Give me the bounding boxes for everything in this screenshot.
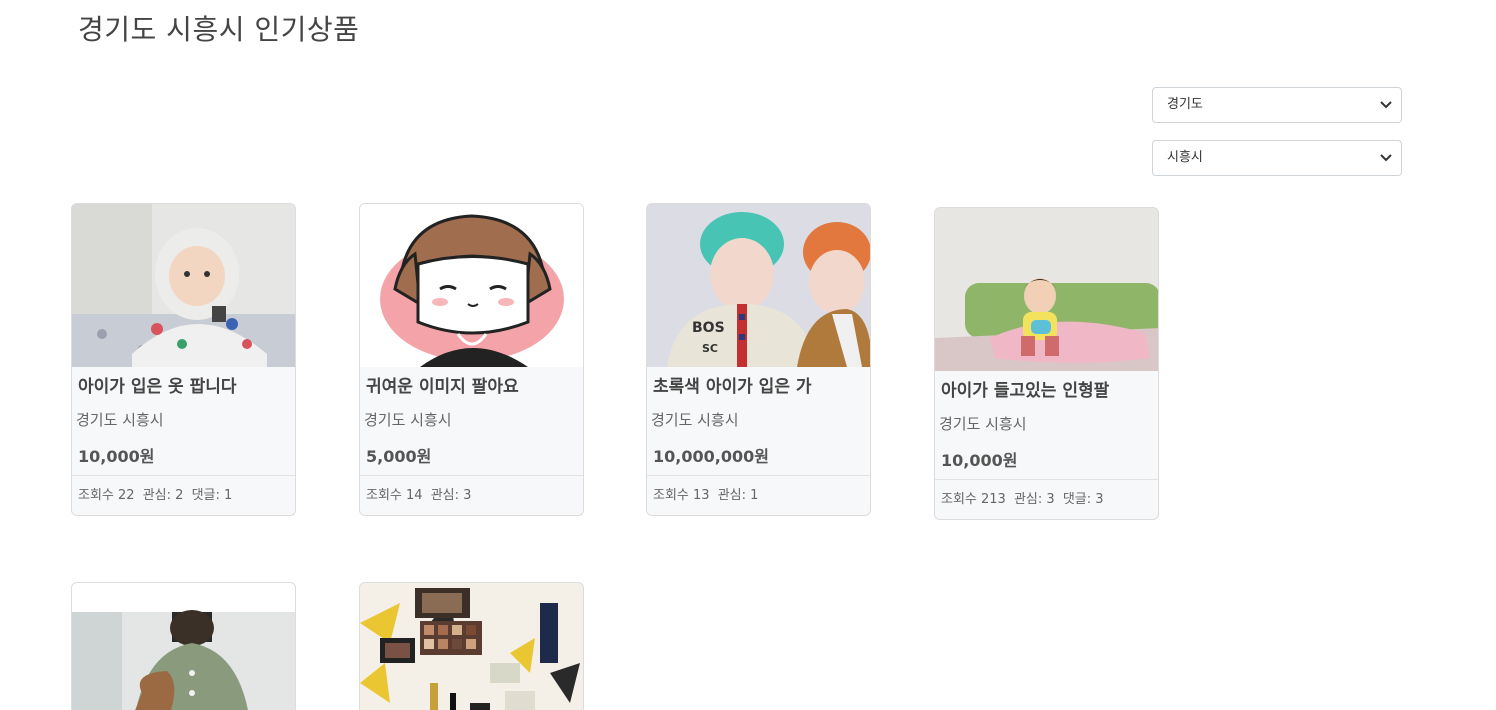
view-count: 조회수 213 [941, 492, 1006, 507]
product-card[interactable]: 귀여운 이미지 팔아요 경기도 시흥시 5,000원 조회수 14 관심: 3 [359, 203, 584, 516]
product-stats: 조회수 13 관심: 1 [647, 475, 870, 511]
product-region: 경기도 시흥시 [939, 415, 1027, 433]
view-count: 조회수 14 [366, 488, 423, 503]
city-select[interactable]: 시흥시 [1152, 140, 1402, 176]
product-region: 경기도 시흥시 [364, 411, 452, 429]
two-people-selfie-photo[interactable]: BOS SC [647, 204, 870, 367]
product-card[interactable] [71, 582, 296, 710]
product-price: 10,000,000원 [653, 447, 769, 466]
product-region: 경기도 시흥시 [651, 411, 739, 429]
product-title[interactable]: 아이가 입은 옷 팝니다 [78, 373, 289, 403]
child-on-bed-photo[interactable] [935, 208, 1158, 371]
product-card[interactable]: 아이가 입은 옷 팝니다 경기도 시흥시 10,000원 조회수 22 관심: … [71, 203, 296, 516]
province-select[interactable]: 경기도 [1152, 87, 1402, 123]
product-stats: 조회수 14 관심: 3 [360, 475, 583, 511]
svg-text:BOS: BOS [692, 320, 725, 336]
person-in-cardigan-photo[interactable] [72, 583, 295, 710]
product-card[interactable]: BOS SC 초록색 아이가 입은 가 경기도 시흥시 10,000,000원 … [646, 203, 871, 516]
child-in-hoodie-photo[interactable] [72, 204, 295, 367]
comment-count: 댓글: 3 [1062, 492, 1104, 507]
product-card[interactable] [359, 582, 584, 710]
product-stats: 조회수 213 관심: 3 댓글: 3 [935, 479, 1158, 515]
makeup-palette-photo[interactable] [360, 583, 583, 710]
view-count: 조회수 13 [653, 488, 710, 503]
product-price: 5,000원 [366, 447, 432, 466]
like-count: 관심: 1 [717, 488, 759, 503]
like-count: 관심: 3 [430, 488, 472, 503]
city-select-value: 시흥시 [1167, 150, 1203, 165]
product-stats: 조회수 22 관심: 2 댓글: 1 [72, 475, 295, 511]
product-price: 10,000원 [78, 447, 155, 466]
page-title: 경기도 시흥시 인기상품 [78, 13, 360, 46]
cartoon-character-illustration[interactable] [360, 204, 583, 367]
view-count: 조회수 22 [78, 488, 135, 503]
product-price: 10,000원 [941, 451, 1018, 470]
svg-text:SC: SC [702, 342, 718, 355]
like-count: 관심: 3 [1013, 492, 1055, 507]
product-region: 경기도 시흥시 [76, 411, 164, 429]
product-card[interactable]: 아이가 들고있는 인형팔 경기도 시흥시 10,000원 조회수 213 관심:… [934, 207, 1159, 520]
province-select-value: 경기도 [1167, 97, 1203, 112]
chevron-down-icon [1380, 154, 1392, 162]
product-title[interactable]: 초록색 아이가 입은 가 [653, 373, 864, 403]
like-count: 관심: 2 [142, 488, 184, 503]
chevron-down-icon [1380, 101, 1392, 109]
product-title[interactable]: 귀여운 이미지 팔아요 [366, 373, 577, 403]
comment-count: 댓글: 1 [191, 488, 233, 503]
product-title[interactable]: 아이가 들고있는 인형팔 [941, 377, 1152, 407]
